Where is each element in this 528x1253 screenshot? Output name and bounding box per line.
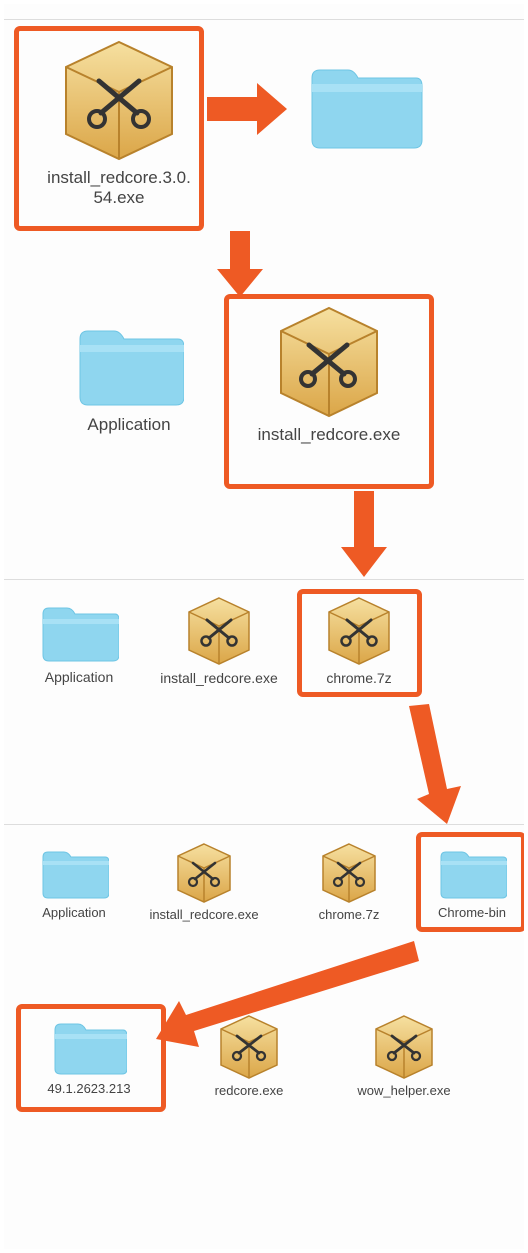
file-redcore-4[interactable]: redcore.exe: [194, 1012, 304, 1099]
file-label: chrome.7z: [294, 908, 404, 923]
file-label: chrome.7z: [299, 670, 419, 686]
folder-icon: [39, 844, 109, 902]
folder-version-4[interactable]: 49.1.2623.213: [29, 1016, 149, 1097]
package-scissors-icon: [323, 594, 395, 666]
folder-chromebin-4[interactable]: Chrome-bin: [422, 844, 522, 921]
package-scissors-icon: [54, 34, 184, 164]
arrow-icon: [215, 229, 265, 299]
file-chrome7z-4[interactable]: chrome.7z: [294, 840, 404, 923]
file-label: install_redcore.3.0.54.exe: [44, 168, 194, 207]
file-label: 49.1.2623.213: [29, 1082, 149, 1097]
file-chrome7z-3[interactable]: chrome.7z: [299, 594, 419, 686]
arrow-icon: [202, 79, 292, 139]
package-scissors-icon: [215, 1012, 283, 1080]
folder-icon: [74, 319, 184, 411]
arrow-icon: [339, 489, 389, 581]
folder-icon: [304, 56, 424, 156]
separator: [4, 19, 524, 20]
file-label: Application: [19, 669, 139, 685]
folder-application-2[interactable]: Application: [49, 319, 209, 435]
file-label: redcore.exe: [194, 1084, 304, 1099]
file-label: install_redcore.exe: [159, 670, 279, 686]
package-scissors-icon: [172, 840, 236, 904]
package-scissors-icon: [183, 594, 255, 666]
folder-icon: [437, 844, 507, 902]
file-wowhelper-4[interactable]: wow_helper.exe: [339, 1012, 469, 1099]
separator: [4, 579, 524, 580]
package-scissors-icon: [317, 840, 381, 904]
folder-application-4[interactable]: Application: [19, 844, 129, 921]
file-installer-1[interactable]: install_redcore.3.0.54.exe: [44, 34, 194, 207]
package-scissors-icon: [269, 301, 389, 421]
file-installer-2[interactable]: install_redcore.exe: [239, 301, 419, 445]
file-label: Application: [19, 906, 129, 921]
file-label: wow_helper.exe: [339, 1084, 469, 1099]
package-scissors-icon: [370, 1012, 438, 1080]
file-label: install_redcore.exe: [144, 908, 264, 923]
separator: [4, 824, 524, 825]
file-installer-4[interactable]: install_redcore.exe: [144, 840, 264, 923]
folder-icon: [51, 1016, 127, 1078]
diagram-canvas: install_redcore.3.0.54.exe Application: [0, 0, 528, 1253]
arrow-icon: [399, 704, 479, 829]
folder-1[interactable]: [289, 56, 439, 160]
folder-application-3[interactable]: Application: [19, 599, 139, 685]
folder-icon: [39, 599, 119, 665]
file-label: install_redcore.exe: [239, 425, 419, 445]
file-installer-3[interactable]: install_redcore.exe: [159, 594, 279, 686]
file-label: Chrome-bin: [422, 906, 522, 921]
file-label: Application: [49, 415, 209, 435]
